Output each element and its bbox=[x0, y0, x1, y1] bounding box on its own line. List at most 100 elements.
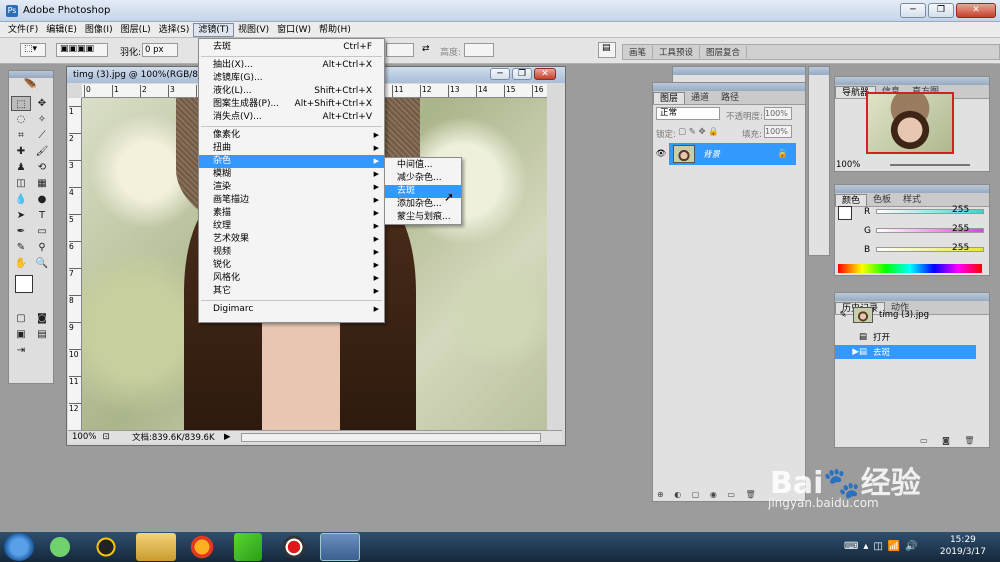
zoom-level[interactable]: 100% bbox=[68, 432, 98, 442]
blue-value[interactable]: 255 bbox=[952, 243, 969, 253]
gradient-tool-icon[interactable]: ▦ bbox=[32, 176, 52, 191]
menu-window[interactable]: 窗口(W) bbox=[273, 23, 315, 37]
menu-view[interactable]: 视图(V) bbox=[234, 23, 273, 37]
type-tool-icon[interactable]: T bbox=[32, 208, 52, 223]
menu-item-other[interactable]: 其它 ▶ bbox=[199, 285, 384, 298]
blend-mode-select[interactable]: 正常 bbox=[656, 107, 720, 120]
menu-item-render[interactable]: 渲染 ▶ bbox=[199, 181, 384, 194]
feather-input[interactable]: 0 px bbox=[142, 43, 178, 57]
color-panel-header[interactable] bbox=[835, 185, 989, 193]
width-input[interactable] bbox=[386, 43, 414, 57]
eyedropper-tool-icon[interactable]: ⚲ bbox=[32, 240, 52, 255]
status-menu-icon[interactable]: ⊡ bbox=[98, 432, 114, 442]
tab-swatches[interactable]: 色板 bbox=[867, 194, 897, 206]
red-value[interactable]: 255 bbox=[952, 205, 969, 215]
taskbar-app-photoshop-icon[interactable] bbox=[320, 533, 360, 561]
swap-icon[interactable]: ⇄ bbox=[422, 44, 430, 54]
path-select-icon[interactable]: ➤ bbox=[11, 208, 31, 223]
notes-tool-icon[interactable]: ✎ bbox=[11, 240, 31, 255]
quickmask-mode-icon[interactable]: ◙ bbox=[32, 311, 52, 326]
menu-layer[interactable]: 图层(L) bbox=[117, 23, 155, 37]
palette-well-tool-presets[interactable]: 工具预设 bbox=[653, 46, 701, 58]
system-clock[interactable]: 15:29 2019/3/17 bbox=[940, 534, 986, 558]
magic-wand-tool-icon[interactable]: ✧ bbox=[32, 112, 52, 127]
menu-item-filter-gallery[interactable]: 滤镜库(G)... bbox=[199, 72, 384, 85]
status-arrow-icon[interactable]: ▶ bbox=[224, 432, 231, 442]
history-brush-icon[interactable]: ⟲ bbox=[32, 160, 52, 175]
opacity-input[interactable]: 100% bbox=[764, 107, 792, 120]
color-foreground-swatch[interactable] bbox=[838, 206, 852, 220]
standard-mode-icon[interactable]: ▢ bbox=[11, 311, 31, 326]
submenu-item-dust-scratches[interactable]: 蒙尘与划痕... bbox=[385, 211, 461, 224]
menu-select[interactable]: 选择(S) bbox=[155, 23, 194, 37]
layer-row-background[interactable]: 👁 背景 🔒 bbox=[653, 143, 796, 165]
selection-mode-buttons[interactable]: ▣▣▣▣ bbox=[56, 43, 108, 57]
shape-tool-icon[interactable]: ▭ bbox=[32, 224, 52, 239]
menu-item-video[interactable]: 视频 ▶ bbox=[199, 246, 384, 259]
tab-layers[interactable]: 图层 bbox=[653, 92, 686, 104]
palette-well-brushes[interactable]: 画笔 bbox=[623, 46, 654, 58]
tab-paths[interactable]: 路径 bbox=[715, 92, 745, 104]
menu-item-brush-strokes[interactable]: 画笔描边 ▶ bbox=[199, 194, 384, 207]
start-button-icon[interactable] bbox=[4, 533, 34, 561]
menu-item-blur[interactable]: 模糊 ▶ bbox=[199, 168, 384, 181]
jump-to-imageready-icon[interactable]: ⇥ bbox=[11, 343, 31, 358]
doc-close-button[interactable]: ✕ bbox=[534, 68, 556, 80]
menu-item-vanishing-point[interactable]: 消失点(V)... Alt+Ctrl+V bbox=[199, 111, 384, 124]
doc-restore-button[interactable]: ❐ bbox=[512, 68, 532, 80]
taskbar-app-explorer-icon[interactable] bbox=[136, 533, 176, 561]
menu-item-digimarc[interactable]: Digimarc ▶ bbox=[199, 303, 384, 316]
foreground-color-swatch[interactable] bbox=[15, 275, 33, 293]
layers-panel-header[interactable] bbox=[653, 83, 805, 91]
tab-channels[interactable]: 通道 bbox=[685, 92, 715, 104]
pen-tool-icon[interactable]: ✒ bbox=[11, 224, 31, 239]
crop-tool-icon[interactable]: ⌗ bbox=[11, 128, 31, 143]
menu-item-liquify[interactable]: 液化(L)... Shift+Ctrl+X bbox=[199, 85, 384, 98]
panel-header[interactable] bbox=[673, 67, 805, 75]
horizontal-scrollbar[interactable] bbox=[240, 432, 541, 442]
fullscreen-mode-icon[interactable]: ▤ bbox=[32, 327, 52, 342]
menu-item-noise[interactable]: 杂色 ▶ bbox=[199, 155, 384, 168]
menu-filter[interactable]: 滤镜(T) bbox=[193, 22, 234, 37]
menu-item-texture[interactable]: 纹理 ▶ bbox=[199, 220, 384, 233]
lasso-tool-icon[interactable]: ◌ bbox=[11, 112, 31, 127]
green-value[interactable]: 255 bbox=[952, 224, 969, 234]
color-spectrum-ramp[interactable] bbox=[838, 264, 982, 273]
menu-help[interactable]: 帮助(H) bbox=[315, 23, 355, 37]
history-step-despeckle[interactable]: ▶▤ 去斑 bbox=[835, 345, 976, 359]
submenu-item-median[interactable]: 中间值... bbox=[385, 159, 461, 172]
menu-item-last-filter[interactable]: 去斑 Ctrl+F bbox=[199, 41, 384, 54]
navigator-zoom-slider[interactable] bbox=[890, 164, 970, 166]
taskbar-app-recorder-icon[interactable] bbox=[274, 533, 314, 561]
menu-item-pixelate[interactable]: 像素化 ▶ bbox=[199, 129, 384, 142]
close-button[interactable]: ✕ bbox=[956, 3, 996, 18]
brush-tool-icon[interactable]: 🖌 bbox=[32, 144, 52, 159]
blur-tool-icon[interactable]: 💧 bbox=[11, 192, 31, 207]
visibility-eye-icon[interactable]: 👁 bbox=[653, 143, 669, 165]
menu-item-stylize[interactable]: 风格化 ▶ bbox=[199, 272, 384, 285]
history-step-open[interactable]: ▤ 打开 bbox=[835, 330, 976, 344]
menu-item-artistic[interactable]: 艺术效果 ▶ bbox=[199, 233, 384, 246]
taskbar-app-qq-icon[interactable] bbox=[86, 533, 126, 561]
taskbar-app-player-icon[interactable] bbox=[234, 533, 262, 561]
screen-mode-icon[interactable]: ▣ bbox=[11, 327, 31, 342]
menu-item-distort[interactable]: 扭曲 ▶ bbox=[199, 142, 384, 155]
height-input[interactable] bbox=[464, 43, 494, 57]
marquee-tool-icon[interactable]: ⬚ bbox=[11, 96, 31, 111]
minimize-button[interactable]: ─ bbox=[900, 3, 926, 18]
tab-color[interactable]: 颜色 bbox=[835, 194, 868, 206]
tool-preset-picker[interactable]: ⬚▾ bbox=[20, 43, 46, 57]
menu-item-pattern-maker[interactable]: 图案生成器(P)... Alt+Shift+Ctrl+X bbox=[199, 98, 384, 111]
restore-button[interactable]: ❐ bbox=[928, 3, 954, 18]
palette-browser-button[interactable]: ▤ bbox=[598, 42, 616, 58]
palette-well-layer-comps[interactable]: 图层复合 bbox=[700, 46, 748, 58]
taskbar-app-360-icon[interactable] bbox=[40, 533, 80, 561]
submenu-item-reduce-noise[interactable]: 减少杂色... bbox=[385, 172, 461, 185]
menu-item-sketch[interactable]: 素描 ▶ bbox=[199, 207, 384, 220]
stamp-tool-icon[interactable]: ♟ bbox=[11, 160, 31, 175]
navigator-zoom[interactable]: 100% bbox=[836, 160, 860, 170]
taskbar-app-firefox-icon[interactable] bbox=[182, 533, 222, 561]
navigator-panel-header[interactable] bbox=[835, 77, 989, 85]
dodge-tool-icon[interactable]: ● bbox=[32, 192, 52, 207]
tray-icons[interactable]: ⌨▴◫📶🔊 bbox=[844, 541, 923, 552]
